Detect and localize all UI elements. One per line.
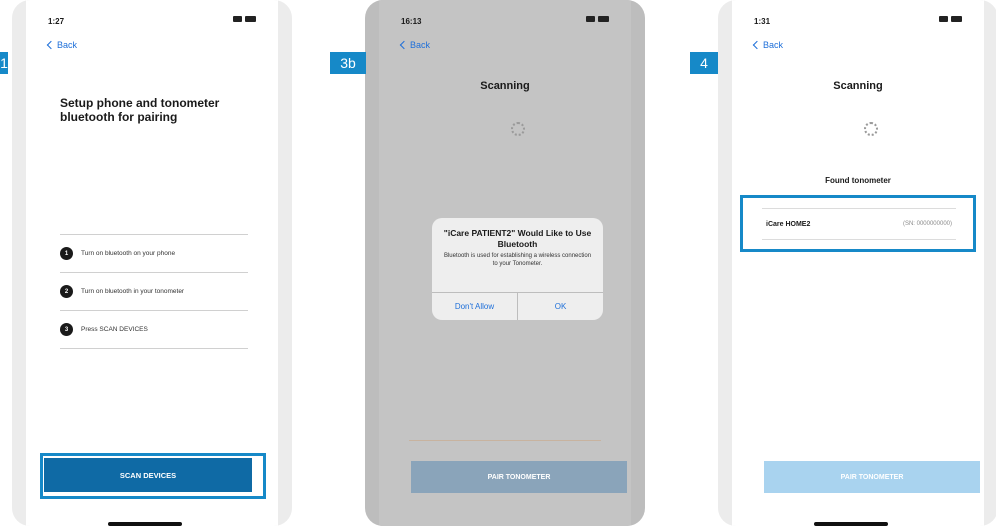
step-text: Turn on bluetooth in your tonometer — [81, 288, 185, 295]
page-title: Scanning — [833, 80, 883, 92]
chevron-left-icon — [46, 40, 56, 50]
wifi-icon — [586, 16, 595, 22]
step-number: 2 — [60, 285, 73, 298]
home-indicator — [108, 522, 182, 526]
screen-setup-content: 1:27 Back Setup phone and tonometer blue… — [26, 0, 278, 526]
alert-title: "iCare PATIENT2" Would Like to Use Bluet… — [443, 228, 592, 249]
wifi-icon — [939, 16, 948, 22]
alert-message: Bluetooth is used for establishing a wir… — [443, 253, 592, 267]
status-icons — [586, 16, 609, 22]
highlight-frame — [740, 195, 976, 252]
step-badge: 4 — [690, 52, 718, 74]
list-item: 1 Turn on bluetooth on your phone — [60, 235, 248, 273]
step-badge: 3b — [330, 52, 366, 74]
back-label: Back — [410, 40, 431, 50]
status-icons — [939, 16, 962, 22]
list-item: 3 Press SCAN DEVICES — [60, 311, 248, 349]
list-item: 2 Turn on bluetooth in your tonometer — [60, 273, 248, 311]
status-time: 1:27 — [48, 17, 65, 26]
highlight-frame — [40, 453, 266, 499]
status-time: 1:31 — [754, 17, 771, 26]
step-text: Turn on bluetooth on your phone — [81, 250, 176, 257]
screen-found-content: 1:31 Back Scanning Found tonometer iCare… — [732, 0, 984, 526]
step-number: 1 — [60, 247, 73, 260]
home-indicator — [814, 522, 888, 526]
pair-tonometer-button[interactable]: PAIR TONOMETER — [411, 461, 627, 493]
page-title: Setup phone and tonometer bluetooth for … — [60, 96, 220, 124]
back-button[interactable]: Back — [399, 40, 431, 50]
step-text: Press SCAN DEVICES — [81, 326, 148, 333]
bluetooth-permission-alert: "iCare PATIENT2" Would Like to Use Bluet… — [432, 218, 603, 320]
chevron-left-icon — [752, 40, 762, 50]
loading-spinner-icon — [864, 122, 878, 136]
divider — [409, 440, 601, 441]
page-title: Scanning — [480, 80, 530, 92]
found-label: Found tonometer — [825, 176, 891, 185]
alert-actions: Don't Allow OK — [432, 292, 603, 320]
loading-spinner-icon — [511, 122, 525, 136]
phone-screen-setup: 1:27 Back Setup phone and tonometer blue… — [12, 0, 292, 526]
battery-icon — [598, 16, 609, 22]
setup-steps-list: 1 Turn on bluetooth on your phone 2 Turn… — [60, 234, 248, 349]
chevron-left-icon — [399, 40, 409, 50]
phone-screen-bluetooth-permission: 16:13 Back Scanning "iCare PATIENT2" Wou… — [365, 0, 645, 526]
ok-button[interactable]: OK — [517, 293, 603, 320]
back-label: Back — [57, 40, 78, 50]
dont-allow-button[interactable]: Don't Allow — [432, 293, 517, 320]
pair-tonometer-button[interactable]: PAIR TONOMETER — [764, 461, 980, 493]
status-time: 16:13 — [401, 17, 422, 26]
back-button[interactable]: Back — [46, 40, 78, 50]
battery-icon — [245, 16, 256, 22]
screen-scanning-content: 16:13 Back Scanning "iCare PATIENT2" Wou… — [379, 0, 631, 526]
step-badge: 1 — [0, 52, 8, 74]
battery-icon — [951, 16, 962, 22]
back-label: Back — [763, 40, 784, 50]
back-button[interactable]: Back — [752, 40, 784, 50]
step-number: 3 — [60, 323, 73, 336]
phone-screen-found-device: 1:31 Back Scanning Found tonometer iCare… — [718, 0, 996, 526]
status-icons — [233, 16, 256, 22]
wifi-icon — [233, 16, 242, 22]
